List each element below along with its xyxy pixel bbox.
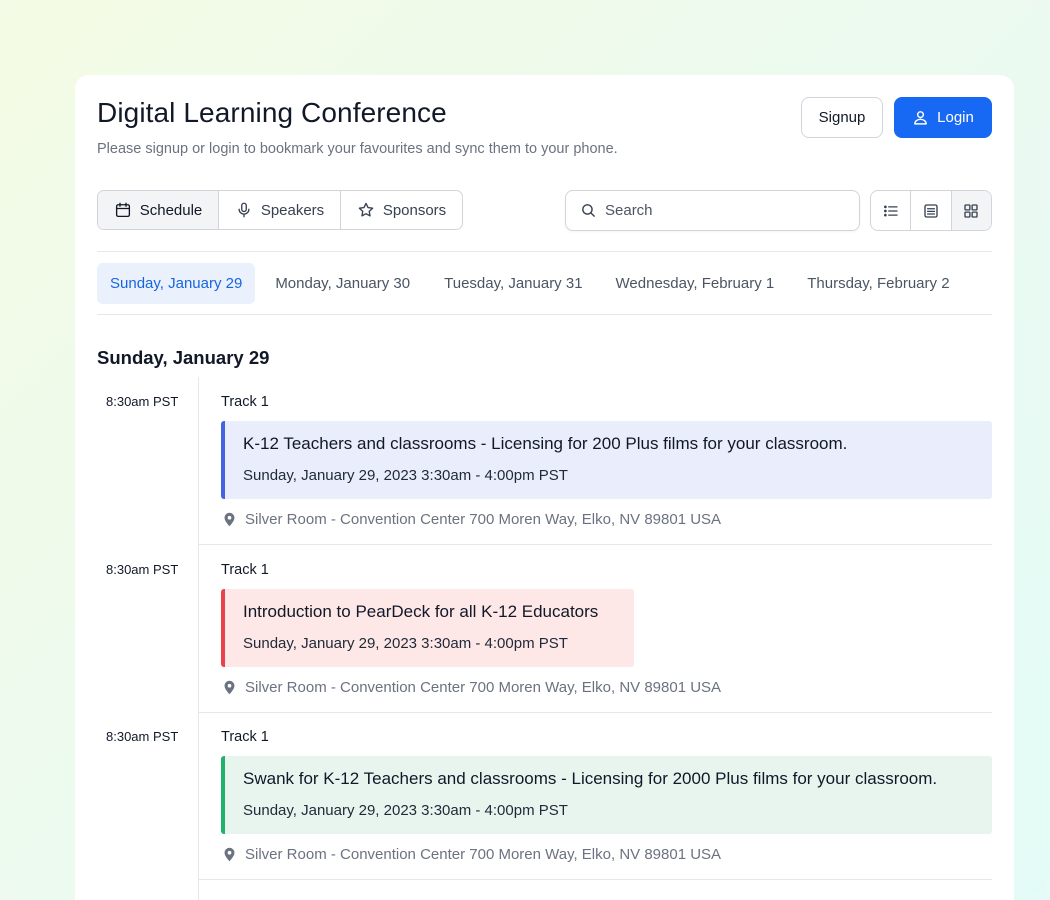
day-tab-sunday[interactable]: Sunday, January 29: [97, 263, 256, 304]
map-pin-icon: [224, 512, 235, 527]
list-view-button[interactable]: [871, 191, 912, 230]
tab-sponsors[interactable]: Sponsors: [341, 191, 462, 229]
session-track: Track 1: [221, 562, 269, 578]
tab-schedule[interactable]: Schedule: [98, 191, 219, 229]
session-title: K-12 Teachers and classrooms - Licensing…: [243, 434, 848, 453]
session-item: 8:30am PST Track 1 Swank for K-12 Teache…: [97, 712, 992, 880]
compact-view-button[interactable]: [911, 191, 952, 230]
session-time: 8:30am PST: [106, 729, 179, 744]
star-icon: [358, 202, 374, 217]
session-card[interactable]: Swank for K-12 Teachers and classrooms -…: [221, 756, 992, 834]
grid-view-button[interactable]: [951, 191, 991, 230]
tab-label: Sponsors: [382, 201, 447, 219]
day-tab-thursday[interactable]: Thursday, February 2: [794, 263, 962, 304]
location-text: Silver Room - Convention Center 700 More…: [245, 679, 722, 696]
search-box[interactable]: [565, 190, 860, 231]
grid-view-icon: [964, 203, 978, 218]
search-input[interactable]: [605, 202, 835, 219]
login-button[interactable]: Login: [894, 97, 992, 138]
session-title: Introduction to PearDeck for all K-12 Ed…: [243, 602, 599, 621]
divider: [199, 879, 992, 880]
day-tab-tuesday[interactable]: Tuesday, January 31: [431, 263, 595, 304]
view-mode-toggle: [870, 190, 992, 231]
location-text: Silver Room - Convention Center 700 More…: [245, 511, 722, 528]
session-card[interactable]: Introduction to PearDeck for all K-12 Ed…: [221, 589, 634, 667]
session-card[interactable]: K-12 Teachers and classrooms - Licensing…: [221, 421, 992, 499]
session-location: Silver Room - Convention Center 700 More…: [221, 679, 721, 696]
microphone-icon: [238, 202, 250, 218]
day-tabs: Sunday, January 29 Monday, January 30 Tu…: [97, 263, 963, 304]
session-track: Track 1: [221, 729, 269, 745]
tab-label: Speakers: [260, 201, 325, 219]
day-tab-wednesday[interactable]: Wednesday, February 1: [603, 263, 788, 304]
signup-button[interactable]: Signup: [801, 97, 883, 138]
day-heading: Sunday, January 29: [97, 347, 270, 368]
compact-view-icon: [924, 203, 938, 218]
schedule-card: Digital Learning Conference Please signu…: [75, 75, 1014, 900]
user-icon: [914, 111, 928, 125]
session-time: 8:30am PST: [106, 562, 179, 577]
page-title: Digital Learning Conference: [97, 97, 447, 128]
tab-label: Schedule: [139, 201, 203, 219]
tab-speakers[interactable]: Speakers: [219, 191, 341, 229]
login-label: Login: [937, 109, 974, 126]
page-background: Digital Learning Conference Please signu…: [0, 0, 1050, 900]
session-time: 8:30am PST: [106, 394, 179, 409]
session-track: Track 1: [221, 394, 269, 410]
day-tab-monday[interactable]: Monday, January 30: [262, 263, 423, 304]
session-location: Silver Room - Convention Center 700 More…: [221, 511, 721, 528]
session-location: Silver Room - Convention Center 700 More…: [221, 846, 721, 863]
session-item: 8:30am PST Track 1 Introduction to PearD…: [97, 545, 992, 713]
location-text: Silver Room - Convention Center 700 More…: [245, 846, 722, 863]
map-pin-icon: [224, 847, 235, 862]
session-datetime: Sunday, January 29, 2023 3:30am - 4:00pm…: [243, 635, 568, 652]
divider: [97, 251, 992, 252]
main-tabs: Schedule Speakers Sponsors: [97, 190, 463, 230]
calendar-icon: [115, 202, 130, 218]
session-datetime: Sunday, January 29, 2023 3:30am - 4:00pm…: [243, 467, 568, 484]
map-pin-icon: [224, 680, 235, 695]
session-title: Swank for K-12 Teachers and classrooms -…: [243, 769, 938, 788]
session-datetime: Sunday, January 29, 2023 3:30am - 4:00pm…: [243, 802, 568, 819]
list-view-icon: [883, 205, 898, 216]
session-item: 8:30am PST Track 1 K-12 Teachers and cla…: [97, 377, 992, 545]
page-subtitle: Please signup or login to bookmark your …: [97, 141, 618, 157]
divider: [97, 314, 992, 315]
search-icon: [582, 204, 595, 217]
